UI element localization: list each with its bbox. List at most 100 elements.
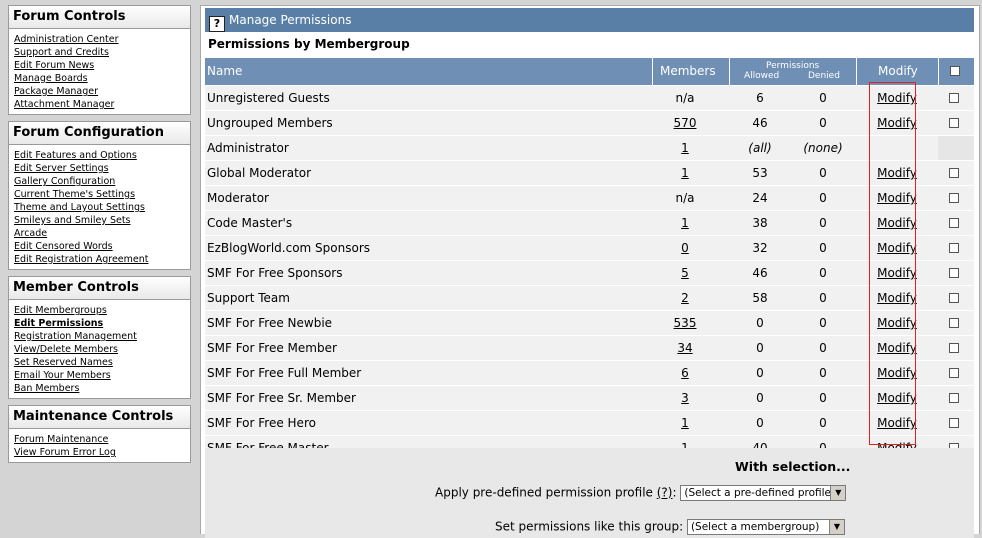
table-header: Name Members Permissions Allowed Denied … bbox=[205, 58, 974, 85]
sidebar-link[interactable]: Edit Censored Words bbox=[14, 240, 185, 253]
sidebar-link[interactable]: Edit Features and Options bbox=[14, 149, 185, 162]
row-checkbox[interactable] bbox=[949, 361, 963, 385]
row-checkbox[interactable] bbox=[949, 161, 963, 185]
help-icon[interactable]: ? bbox=[209, 16, 225, 32]
sidebar-link[interactable]: View Forum Error Log bbox=[14, 446, 185, 459]
modify-link[interactable]: Modify bbox=[877, 391, 917, 405]
sidebar-link[interactable]: Ban Members bbox=[14, 382, 185, 395]
sidebar-link[interactable]: Email Your Members bbox=[14, 369, 185, 382]
denied-cell: 0 bbox=[819, 291, 827, 305]
row-checkbox[interactable] bbox=[949, 186, 963, 210]
sidebar-link[interactable]: Current Theme's Settings bbox=[14, 188, 185, 201]
allowed-cell: 0 bbox=[756, 391, 764, 405]
sidebar-link[interactable]: Edit Registration Agreement bbox=[14, 253, 185, 266]
sidebar-link[interactable]: Edit Membergroups bbox=[14, 304, 185, 317]
denied-cell: 0 bbox=[819, 266, 827, 280]
members-link[interactable]: 1 bbox=[681, 216, 689, 230]
sidebar-link[interactable]: Smileys and Smiley Sets bbox=[14, 214, 185, 227]
denied-cell: 0 bbox=[819, 216, 827, 230]
members-cell: n/a bbox=[675, 91, 695, 105]
modify-link[interactable]: Modify bbox=[877, 266, 917, 280]
header-permissions: Permissions bbox=[766, 61, 820, 71]
with-selection-label: With selection... bbox=[735, 459, 851, 474]
modify-cell: Modify bbox=[857, 86, 937, 110]
row-checkbox[interactable] bbox=[949, 261, 963, 285]
sidebar-link[interactable]: Attachment Manager bbox=[14, 98, 185, 111]
row-checkbox[interactable] bbox=[949, 411, 963, 435]
sidebar-section: Maintenance Controls Forum Maintenance Vie… bbox=[8, 405, 191, 463]
sidebar-link[interactable]: Registration Management bbox=[14, 330, 185, 343]
group-name-cell: SMF For Free Full Member bbox=[207, 366, 362, 380]
allowed-cell: 0 bbox=[756, 416, 764, 430]
members-link[interactable]: 570 bbox=[674, 116, 697, 130]
sidebar-link[interactable]: Gallery Configuration bbox=[14, 175, 185, 188]
allowed-cell: (all) bbox=[748, 141, 772, 155]
allowed-cell: 58 bbox=[752, 291, 768, 305]
chevron-down-icon[interactable]: ▼ bbox=[828, 520, 844, 534]
members-link[interactable]: 535 bbox=[674, 316, 697, 330]
sidebar-link[interactable]: Forum Maintenance bbox=[14, 433, 185, 446]
modify-link[interactable]: Modify bbox=[877, 241, 917, 255]
modify-link[interactable]: Modify bbox=[877, 191, 917, 205]
sidebar-link[interactable]: Edit Permissions bbox=[14, 317, 185, 330]
denied-cell: 0 bbox=[819, 91, 827, 105]
members-link[interactable]: 1 bbox=[681, 416, 689, 430]
sidebar-links: Forum Maintenance View Forum Error Log bbox=[9, 429, 190, 462]
row-checkbox[interactable] bbox=[949, 286, 963, 310]
profile-select[interactable]: (Select a pre-defined profile) ▼ bbox=[680, 485, 847, 501]
sidebar-links: Administration Center Support and Credits… bbox=[9, 29, 190, 114]
members-cell: 1 bbox=[645, 211, 725, 235]
modify-link[interactable]: Modify bbox=[877, 416, 917, 430]
members-link[interactable]: 1 bbox=[681, 141, 689, 155]
denied-cell: (none) bbox=[803, 141, 843, 155]
denied-cell: 0 bbox=[819, 166, 827, 180]
table-row: SMF For Free Hero 1 0 0 Modify bbox=[205, 411, 974, 436]
row-checkbox[interactable] bbox=[949, 311, 963, 335]
sidebar-link[interactable]: Administration Center bbox=[14, 33, 185, 46]
modify-link[interactable]: Modify bbox=[877, 216, 917, 230]
modify-link[interactable]: Modify bbox=[877, 341, 917, 355]
sidebar-link[interactable]: View/Delete Members bbox=[14, 343, 185, 356]
members-cell: 1 bbox=[645, 136, 725, 160]
row-checkbox[interactable] bbox=[949, 211, 963, 235]
modify-link[interactable]: Modify bbox=[877, 366, 917, 380]
sidebar-link[interactable]: Set Reserved Names bbox=[14, 356, 185, 369]
sidebar-link[interactable]: Arcade bbox=[14, 227, 185, 240]
modify-cell: Modify bbox=[857, 161, 937, 185]
row-checkbox[interactable] bbox=[949, 86, 963, 110]
modify-link[interactable]: Modify bbox=[877, 91, 917, 105]
members-link[interactable]: 1 bbox=[681, 166, 689, 180]
row-checkbox[interactable] bbox=[949, 236, 963, 260]
sidebar-section-title: Member Controls bbox=[9, 277, 190, 300]
sidebar-link[interactable]: Support and Credits bbox=[14, 46, 185, 59]
row-checkbox[interactable] bbox=[949, 336, 963, 360]
sidebar-link[interactable]: Manage Boards bbox=[14, 72, 185, 85]
modify-link[interactable]: Modify bbox=[877, 316, 917, 330]
select-all-checkbox[interactable] bbox=[950, 58, 960, 85]
sidebar-link[interactable]: Theme and Layout Settings bbox=[14, 201, 185, 214]
modify-link[interactable]: Modify bbox=[877, 166, 917, 180]
members-link[interactable]: 6 bbox=[681, 366, 689, 380]
set-permissions-label: Set permissions like this group: bbox=[495, 519, 684, 534]
denied-cell: 0 bbox=[819, 391, 827, 405]
sidebar-link[interactable]: Edit Forum News bbox=[14, 59, 185, 72]
group-name-cell: Administrator bbox=[207, 141, 289, 155]
help-link[interactable]: (?) bbox=[657, 486, 673, 500]
chevron-down-icon[interactable]: ▼ bbox=[830, 486, 846, 500]
members-cell: 570 bbox=[645, 111, 725, 135]
row-checkbox[interactable] bbox=[949, 111, 963, 135]
profile-select-value: (Select a pre-defined profile) bbox=[684, 487, 836, 499]
members-link[interactable]: 0 bbox=[681, 241, 689, 255]
modify-link[interactable]: Modify bbox=[877, 116, 917, 130]
members-link[interactable]: 2 bbox=[681, 291, 689, 305]
sidebar-link[interactable]: Edit Server Settings bbox=[14, 162, 185, 175]
members-link[interactable]: 3 bbox=[681, 391, 689, 405]
header-denied: Denied bbox=[808, 71, 840, 81]
members-link[interactable]: 5 bbox=[681, 266, 689, 280]
modify-link[interactable]: Modify bbox=[877, 291, 917, 305]
sidebar-section: Forum Configuration Edit Features and Opt… bbox=[8, 121, 191, 270]
row-checkbox[interactable] bbox=[949, 386, 963, 410]
members-link[interactable]: 34 bbox=[677, 341, 692, 355]
divider bbox=[729, 58, 730, 85]
sidebar-link[interactable]: Package Manager bbox=[14, 85, 185, 98]
